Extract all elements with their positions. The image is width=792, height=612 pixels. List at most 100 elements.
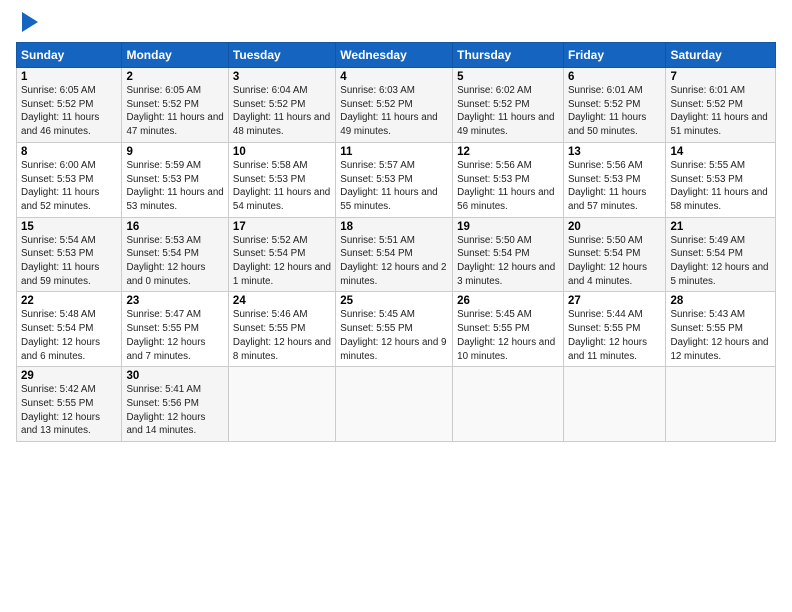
day-detail: Sunrise: 5:56 AMSunset: 5:53 PMDaylight:… (568, 160, 646, 212)
day-detail: Sunrise: 6:05 AMSunset: 5:52 PMDaylight:… (21, 85, 99, 137)
calendar-day-cell: 28 Sunrise: 5:43 AMSunset: 5:55 PMDaylig… (666, 292, 776, 367)
day-detail: Sunrise: 6:01 AMSunset: 5:52 PMDaylight:… (568, 85, 646, 137)
day-number: 9 (126, 146, 223, 158)
day-number: 11 (340, 146, 448, 158)
day-number: 3 (233, 71, 331, 83)
calendar-day-cell (666, 367, 776, 442)
day-detail: Sunrise: 5:45 AMSunset: 5:55 PMDaylight:… (340, 309, 446, 361)
calendar-day-cell: 5 Sunrise: 6:02 AMSunset: 5:52 PMDayligh… (453, 68, 564, 143)
weekday-header-cell: Wednesday (336, 43, 453, 68)
calendar-week-row: 8 Sunrise: 6:00 AMSunset: 5:53 PMDayligh… (17, 142, 776, 217)
day-number: 28 (670, 295, 771, 307)
day-detail: Sunrise: 5:45 AMSunset: 5:55 PMDaylight:… (457, 309, 555, 361)
header (16, 12, 776, 36)
day-number: 27 (568, 295, 661, 307)
logo-icon (18, 8, 40, 36)
day-detail: Sunrise: 5:47 AMSunset: 5:55 PMDaylight:… (126, 309, 205, 361)
calendar-day-cell: 22 Sunrise: 5:48 AMSunset: 5:54 PMDaylig… (17, 292, 122, 367)
day-number: 23 (126, 295, 223, 307)
page: SundayMondayTuesdayWednesdayThursdayFrid… (0, 0, 792, 612)
day-detail: Sunrise: 5:57 AMSunset: 5:53 PMDaylight:… (340, 160, 437, 212)
calendar-day-cell: 24 Sunrise: 5:46 AMSunset: 5:55 PMDaylig… (228, 292, 335, 367)
calendar-day-cell: 7 Sunrise: 6:01 AMSunset: 5:52 PMDayligh… (666, 68, 776, 143)
day-detail: Sunrise: 5:43 AMSunset: 5:55 PMDaylight:… (670, 309, 768, 361)
calendar-day-cell: 19 Sunrise: 5:50 AMSunset: 5:54 PMDaylig… (453, 217, 564, 292)
day-detail: Sunrise: 6:05 AMSunset: 5:52 PMDaylight:… (126, 85, 223, 137)
calendar-day-cell: 27 Sunrise: 5:44 AMSunset: 5:55 PMDaylig… (564, 292, 666, 367)
day-number: 14 (670, 146, 771, 158)
day-detail: Sunrise: 5:50 AMSunset: 5:54 PMDaylight:… (457, 235, 555, 287)
calendar-day-cell: 8 Sunrise: 6:00 AMSunset: 5:53 PMDayligh… (17, 142, 122, 217)
day-number: 21 (670, 221, 771, 233)
calendar-day-cell: 25 Sunrise: 5:45 AMSunset: 5:55 PMDaylig… (336, 292, 453, 367)
day-detail: Sunrise: 5:58 AMSunset: 5:53 PMDaylight:… (233, 160, 330, 212)
day-number: 2 (126, 71, 223, 83)
calendar-day-cell: 13 Sunrise: 5:56 AMSunset: 5:53 PMDaylig… (564, 142, 666, 217)
day-number: 30 (126, 370, 223, 382)
calendar-day-cell: 6 Sunrise: 6:01 AMSunset: 5:52 PMDayligh… (564, 68, 666, 143)
day-detail: Sunrise: 5:50 AMSunset: 5:54 PMDaylight:… (568, 235, 647, 287)
calendar-day-cell: 15 Sunrise: 5:54 AMSunset: 5:53 PMDaylig… (17, 217, 122, 292)
day-number: 22 (21, 295, 117, 307)
weekday-header-cell: Saturday (666, 43, 776, 68)
day-detail: Sunrise: 5:55 AMSunset: 5:53 PMDaylight:… (670, 160, 767, 212)
calendar-day-cell: 11 Sunrise: 5:57 AMSunset: 5:53 PMDaylig… (336, 142, 453, 217)
day-number: 8 (21, 146, 117, 158)
calendar-day-cell: 17 Sunrise: 5:52 AMSunset: 5:54 PMDaylig… (228, 217, 335, 292)
calendar-day-cell: 1 Sunrise: 6:05 AMSunset: 5:52 PMDayligh… (17, 68, 122, 143)
day-detail: Sunrise: 5:41 AMSunset: 5:56 PMDaylight:… (126, 384, 205, 436)
day-number: 6 (568, 71, 661, 83)
day-detail: Sunrise: 5:46 AMSunset: 5:55 PMDaylight:… (233, 309, 331, 361)
weekday-header-cell: Tuesday (228, 43, 335, 68)
day-detail: Sunrise: 6:04 AMSunset: 5:52 PMDaylight:… (233, 85, 330, 137)
day-number: 24 (233, 295, 331, 307)
weekday-header-cell: Sunday (17, 43, 122, 68)
day-number: 17 (233, 221, 331, 233)
calendar-week-row: 15 Sunrise: 5:54 AMSunset: 5:53 PMDaylig… (17, 217, 776, 292)
day-number: 26 (457, 295, 559, 307)
calendar-day-cell: 10 Sunrise: 5:58 AMSunset: 5:53 PMDaylig… (228, 142, 335, 217)
weekday-header-cell: Thursday (453, 43, 564, 68)
day-detail: Sunrise: 5:44 AMSunset: 5:55 PMDaylight:… (568, 309, 647, 361)
day-detail: Sunrise: 6:01 AMSunset: 5:52 PMDaylight:… (670, 85, 767, 137)
day-number: 7 (670, 71, 771, 83)
day-number: 12 (457, 146, 559, 158)
calendar-day-cell: 29 Sunrise: 5:42 AMSunset: 5:55 PMDaylig… (17, 367, 122, 442)
calendar-day-cell: 12 Sunrise: 5:56 AMSunset: 5:53 PMDaylig… (453, 142, 564, 217)
calendar-day-cell (228, 367, 335, 442)
calendar-week-row: 1 Sunrise: 6:05 AMSunset: 5:52 PMDayligh… (17, 68, 776, 143)
day-number: 13 (568, 146, 661, 158)
day-detail: Sunrise: 5:56 AMSunset: 5:53 PMDaylight:… (457, 160, 554, 212)
calendar-day-cell: 2 Sunrise: 6:05 AMSunset: 5:52 PMDayligh… (122, 68, 228, 143)
day-number: 25 (340, 295, 448, 307)
day-detail: Sunrise: 6:02 AMSunset: 5:52 PMDaylight:… (457, 85, 554, 137)
day-number: 18 (340, 221, 448, 233)
calendar-day-cell: 18 Sunrise: 5:51 AMSunset: 5:54 PMDaylig… (336, 217, 453, 292)
day-number: 5 (457, 71, 559, 83)
day-detail: Sunrise: 5:49 AMSunset: 5:54 PMDaylight:… (670, 235, 768, 287)
day-number: 16 (126, 221, 223, 233)
calendar-day-cell (564, 367, 666, 442)
calendar-day-cell: 21 Sunrise: 5:49 AMSunset: 5:54 PMDaylig… (666, 217, 776, 292)
calendar-day-cell: 26 Sunrise: 5:45 AMSunset: 5:55 PMDaylig… (453, 292, 564, 367)
calendar-day-cell (336, 367, 453, 442)
calendar-table: SundayMondayTuesdayWednesdayThursdayFrid… (16, 42, 776, 442)
weekday-header-cell: Monday (122, 43, 228, 68)
calendar-week-row: 22 Sunrise: 5:48 AMSunset: 5:54 PMDaylig… (17, 292, 776, 367)
day-detail: Sunrise: 6:03 AMSunset: 5:52 PMDaylight:… (340, 85, 437, 137)
day-number: 20 (568, 221, 661, 233)
weekday-header-row: SundayMondayTuesdayWednesdayThursdayFrid… (17, 43, 776, 68)
calendar-day-cell: 3 Sunrise: 6:04 AMSunset: 5:52 PMDayligh… (228, 68, 335, 143)
calendar-day-cell: 20 Sunrise: 5:50 AMSunset: 5:54 PMDaylig… (564, 217, 666, 292)
calendar-day-cell: 23 Sunrise: 5:47 AMSunset: 5:55 PMDaylig… (122, 292, 228, 367)
day-number: 19 (457, 221, 559, 233)
day-number: 4 (340, 71, 448, 83)
day-number: 15 (21, 221, 117, 233)
day-detail: Sunrise: 5:59 AMSunset: 5:53 PMDaylight:… (126, 160, 223, 212)
logo (16, 12, 40, 36)
day-detail: Sunrise: 5:54 AMSunset: 5:53 PMDaylight:… (21, 235, 99, 287)
calendar-day-cell: 14 Sunrise: 5:55 AMSunset: 5:53 PMDaylig… (666, 142, 776, 217)
calendar-week-row: 29 Sunrise: 5:42 AMSunset: 5:55 PMDaylig… (17, 367, 776, 442)
day-detail: Sunrise: 5:53 AMSunset: 5:54 PMDaylight:… (126, 235, 205, 287)
weekday-header-cell: Friday (564, 43, 666, 68)
